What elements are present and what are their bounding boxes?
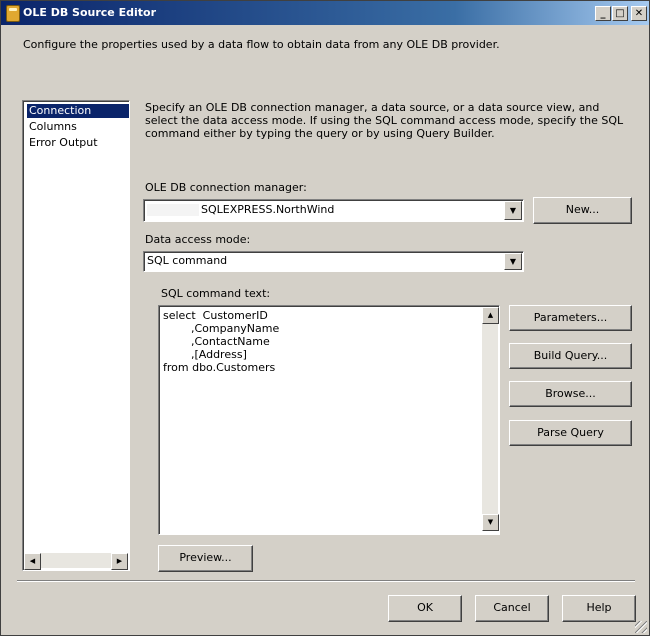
- connection-label: OLE DB connection manager:: [145, 181, 307, 194]
- parse-query-button[interactable]: Parse Query: [509, 420, 632, 446]
- sql-label: SQL command text:: [161, 287, 271, 300]
- title-bar[interactable]: OLE DB Source Editor _ □ ✕: [1, 1, 649, 25]
- dialog-window: OLE DB Source Editor _ □ ✕ Configure the…: [0, 0, 650, 636]
- browse-button[interactable]: Browse...: [509, 381, 632, 407]
- maximize-button[interactable]: □: [612, 6, 628, 21]
- access-mode-combo[interactable]: SQL command ▼: [143, 251, 524, 272]
- build-query-button[interactable]: Build Query...: [509, 343, 632, 369]
- connection-combo[interactable]: SQLEXPRESS.NorthWind ▼: [143, 199, 524, 222]
- sql-vscrollbar[interactable]: ▲ ▼: [482, 307, 499, 531]
- parameters-button[interactable]: Parameters...: [509, 305, 632, 331]
- connection-value: SQLEXPRESS.NorthWind: [201, 203, 335, 216]
- window-title: OLE DB Source Editor: [23, 6, 156, 19]
- new-button[interactable]: New...: [533, 197, 632, 224]
- nav-list: Connection Manager Columns Error Output …: [22, 100, 130, 571]
- chevron-down-icon[interactable]: ▼: [504, 201, 522, 220]
- access-mode-value: SQL command: [147, 254, 228, 267]
- scroll-left-icon[interactable]: ◀: [24, 553, 41, 570]
- nav-hscrollbar[interactable]: ◀ ▶: [24, 553, 128, 570]
- access-mode-label: Data access mode:: [145, 233, 251, 246]
- cancel-button[interactable]: Cancel: [475, 595, 549, 622]
- footer-separator: [17, 580, 635, 582]
- chevron-down-icon[interactable]: ▼: [504, 253, 522, 270]
- header-description: Configure the properties used by a data …: [23, 38, 500, 51]
- minimize-button[interactable]: _: [595, 6, 611, 21]
- help-button[interactable]: Help: [562, 595, 636, 622]
- ok-button[interactable]: OK: [388, 595, 462, 622]
- redacted-server: [147, 204, 199, 216]
- close-button[interactable]: ✕: [631, 6, 647, 21]
- app-icon: [6, 5, 20, 22]
- sql-text: select CustomerID ,CompanyName ,ContactN…: [163, 309, 280, 374]
- header-panel: Configure the properties used by a data …: [2, 26, 648, 71]
- main-description: Specify an OLE DB connection manager, a …: [145, 101, 624, 140]
- scroll-up-icon[interactable]: ▲: [482, 307, 499, 324]
- preview-button[interactable]: Preview...: [158, 545, 253, 572]
- scroll-down-icon[interactable]: ▼: [482, 514, 499, 531]
- nav-item-columns[interactable]: Columns: [27, 120, 79, 134]
- nav-item-connection-manager[interactable]: Connection Manager: [27, 104, 129, 131]
- scroll-right-icon[interactable]: ▶: [111, 553, 128, 570]
- nav-item-error-output[interactable]: Error Output: [27, 136, 100, 150]
- resize-grip-icon[interactable]: [635, 621, 647, 633]
- sql-textarea[interactable]: select CustomerID ,CompanyName ,ContactN…: [158, 305, 500, 535]
